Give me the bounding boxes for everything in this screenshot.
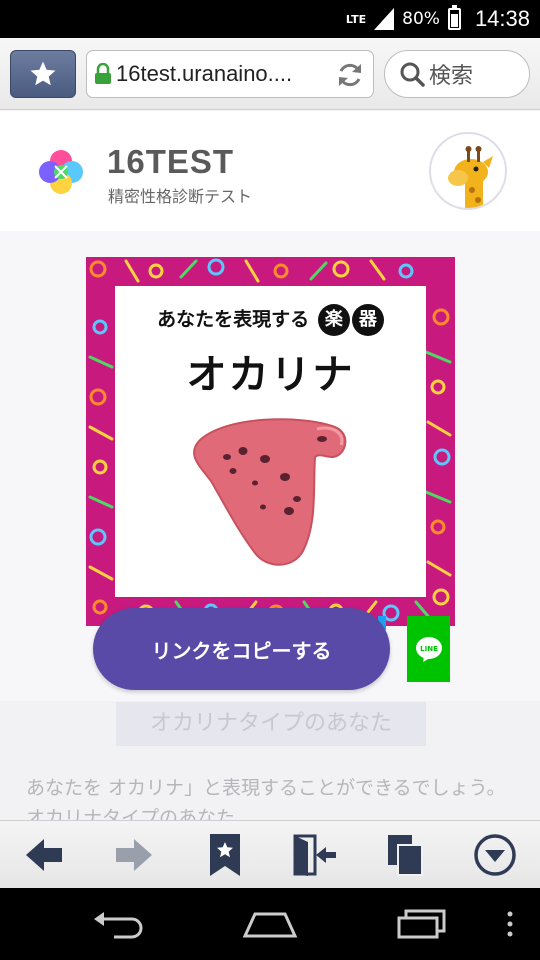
browser-toolbar: 16test.uranaino.... 検索 [0, 38, 540, 110]
line-icon: LINE [415, 637, 442, 662]
copy-link-button[interactable]: リンクをコピーする [93, 608, 390, 690]
reload-icon[interactable] [335, 60, 365, 90]
star-icon [30, 61, 56, 86]
more-vert-icon [507, 911, 513, 937]
result-title: オカリナ [186, 352, 355, 398]
ocarina-illustration [193, 418, 347, 566]
giraffe-avatar[interactable] [429, 132, 507, 210]
site-header: 16TEST 精密性格診断テスト [0, 111, 540, 231]
system-home-button[interactable] [240, 904, 300, 944]
card-subtitle: あなたを表現する 楽器 [115, 304, 426, 336]
system-recents-button[interactable] [392, 904, 452, 944]
type-heading: オカリナタイプのあなた [116, 702, 426, 746]
giraffe-icon [448, 146, 493, 208]
tabs-button[interactable] [381, 833, 429, 877]
battery-percent: 80% [402, 9, 440, 29]
battery-icon [447, 5, 461, 30]
browser-bottom-bar [0, 820, 540, 888]
card-inner: あなたを表現する 楽器 オカリナ [115, 286, 426, 597]
menu-button[interactable] [471, 833, 519, 877]
back-button[interactable] [20, 833, 68, 877]
exit-button[interactable] [291, 833, 339, 877]
home-icon [242, 912, 298, 938]
line-label: LINE [420, 645, 438, 653]
signal-icon [374, 8, 395, 30]
recents-icon [397, 909, 446, 939]
search-placeholder: 検索 [429, 64, 474, 89]
line-share-button[interactable]: LINE [407, 616, 450, 682]
bookmark-star-icon [210, 834, 240, 876]
clock: 14:38 [474, 6, 530, 31]
result-description: あなたを オカリナ」と表現することができるでしょう。オカリナタイプのあなた [26, 777, 506, 820]
tabs-icon [388, 835, 423, 876]
lock-icon [95, 63, 111, 84]
chevron-down-circle-icon [474, 834, 516, 876]
result-card: あなたを表現する 楽器 オカリナ [86, 257, 455, 626]
address-bar[interactable]: 16test.uranaino.... [86, 50, 374, 98]
site-tagline: 精密性格診断テスト [108, 187, 253, 206]
network-type: LTE [345, 12, 367, 26]
web-page: 16TEST 精密性格診断テスト あなたを表現する 楽 器 オカリナ オカリナタ… [0, 111, 540, 820]
badge-gaku: 楽 [317, 304, 350, 336]
forward-arrow-icon [116, 839, 152, 871]
forward-button[interactable] [110, 833, 158, 877]
search-box[interactable]: 検索 [384, 50, 530, 98]
card-subtitle-text: あなたを表現する [157, 308, 310, 331]
system-back-icon [94, 912, 143, 939]
badge-ki: 器 [351, 304, 384, 336]
back-arrow-icon [26, 839, 62, 871]
clover-logo-icon[interactable] [36, 147, 86, 197]
result-description-section: オカリナタイプのあなた あなたを オカリナ」と表現することができるでしょう。オカ… [0, 701, 540, 820]
url-text: 16test.uranaino.... [116, 61, 293, 86]
system-more-button[interactable] [500, 904, 520, 944]
system-navigation-bar [0, 888, 540, 960]
site-brand[interactable]: 16TEST [107, 143, 234, 181]
bookmarks-button[interactable] [201, 833, 249, 877]
exit-door-icon [293, 834, 336, 876]
system-back-button[interactable] [90, 904, 150, 944]
search-icon [400, 62, 425, 87]
bookmark-button[interactable] [10, 50, 76, 98]
status-bar: LTE 80% 14:38 [0, 0, 540, 38]
